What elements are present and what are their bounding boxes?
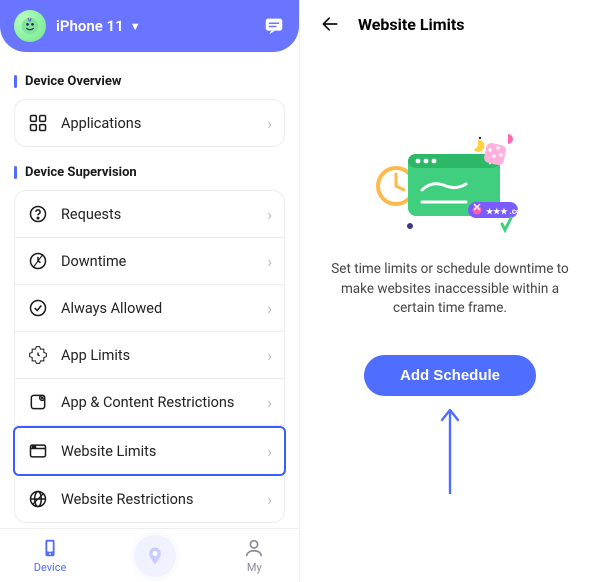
sidebar-item-applications[interactable]: Applications › (14, 99, 285, 147)
requests-icon (27, 203, 49, 225)
chevron-right-icon: › (267, 393, 272, 412)
chevron-down-icon[interactable]: ▼ (130, 20, 141, 33)
svg-text:★★★ .com: ★★★ .com (486, 207, 528, 216)
chevron-right-icon: › (267, 252, 272, 271)
arrow-up-annotation (438, 406, 462, 496)
tab-device[interactable]: Device (34, 537, 67, 574)
website-limits-icon (27, 440, 49, 462)
sidebar-item-app-limits[interactable]: App Limits › (14, 332, 285, 379)
sidebar-item-website-restrictions[interactable]: Website Restrictions › (14, 476, 285, 523)
app-limits-label: App Limits (61, 347, 130, 364)
website-restrictions-icon (27, 488, 49, 510)
downtime-label: Downtime (61, 253, 126, 270)
hero-illustration: ✕ ★★★ .com (370, 124, 530, 244)
person-icon (243, 537, 265, 559)
tab-location[interactable] (134, 535, 176, 577)
description-text: Set time limits or schedule downtime to … (320, 260, 580, 319)
chevron-right-icon: › (267, 442, 272, 461)
sidebar: iPhone 11 ▼ Device Overview Applications… (0, 0, 300, 582)
chevron-right-icon: › (267, 114, 272, 133)
sidebar-item-always-allowed[interactable]: Always Allowed › (14, 285, 285, 332)
applications-label: Applications (61, 115, 141, 132)
section-title-overview: Device Overview (14, 74, 285, 89)
section-title-supervision: Device Supervision (14, 165, 285, 180)
always-allowed-icon (27, 297, 49, 319)
app-limits-icon (27, 344, 49, 366)
chevron-right-icon: › (267, 490, 272, 509)
apps-icon (27, 112, 49, 134)
sidebar-item-website-limits[interactable]: Website Limits › (13, 426, 286, 476)
page-title: Website Limits (358, 15, 465, 34)
tab-my-label: My (247, 561, 262, 574)
chevron-right-icon: › (267, 299, 272, 318)
device-header[interactable]: iPhone 11 ▼ (0, 0, 299, 52)
supervision-group: Requests › Downtime › Always Allowed › A… (14, 190, 285, 523)
always-allowed-label: Always Allowed (61, 300, 162, 317)
add-schedule-button[interactable]: Add Schedule (364, 355, 536, 396)
sidebar-item-requests[interactable]: Requests › (14, 190, 285, 238)
device-name-label: iPhone 11 (56, 17, 124, 35)
tab-my[interactable]: My (243, 537, 265, 574)
main-header: Website Limits (320, 14, 580, 34)
device-avatar (14, 10, 46, 42)
tab-device-label: Device (34, 561, 67, 574)
location-pin-icon (145, 546, 165, 566)
website-restrictions-label: Website Restrictions (61, 491, 193, 508)
app-content-restrictions-icon (27, 391, 49, 413)
device-icon (39, 537, 61, 559)
bottom-tabs: Device My (0, 528, 299, 582)
main-panel: Website Limits ✕ ★★★ .com (300, 0, 600, 582)
chat-icon[interactable] (263, 15, 285, 37)
requests-label: Requests (61, 206, 121, 223)
avatar-icon (20, 16, 40, 36)
back-button[interactable] (320, 14, 344, 34)
website-limits-label: Website Limits (61, 443, 156, 460)
sidebar-item-downtime[interactable]: Downtime › (14, 238, 285, 285)
arrow-left-icon (320, 14, 340, 34)
main-body: ✕ ★★★ .com Set time limits or schedule d… (320, 34, 580, 568)
sidebar-scroll-area: Device Overview Applications › Device Su… (0, 52, 299, 528)
app-content-restrictions-label: App & Content Restrictions (61, 394, 234, 411)
downtime-icon (27, 250, 49, 272)
sidebar-item-app-content-restrictions[interactable]: App & Content Restrictions › (14, 379, 285, 426)
chevron-right-icon: › (267, 346, 272, 365)
chevron-right-icon: › (267, 205, 272, 224)
